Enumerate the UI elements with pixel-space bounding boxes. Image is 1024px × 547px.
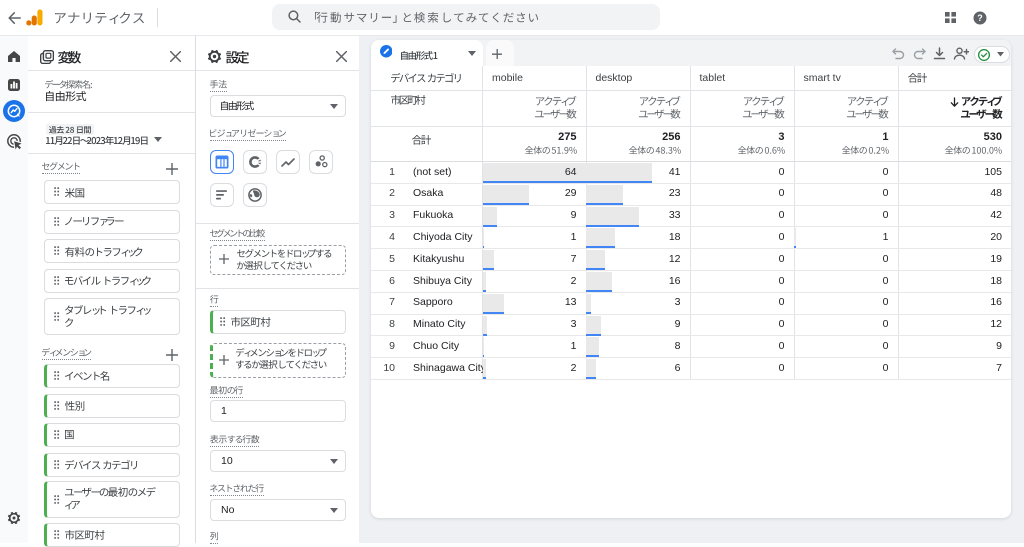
svg-text:?: ? — [977, 13, 983, 23]
